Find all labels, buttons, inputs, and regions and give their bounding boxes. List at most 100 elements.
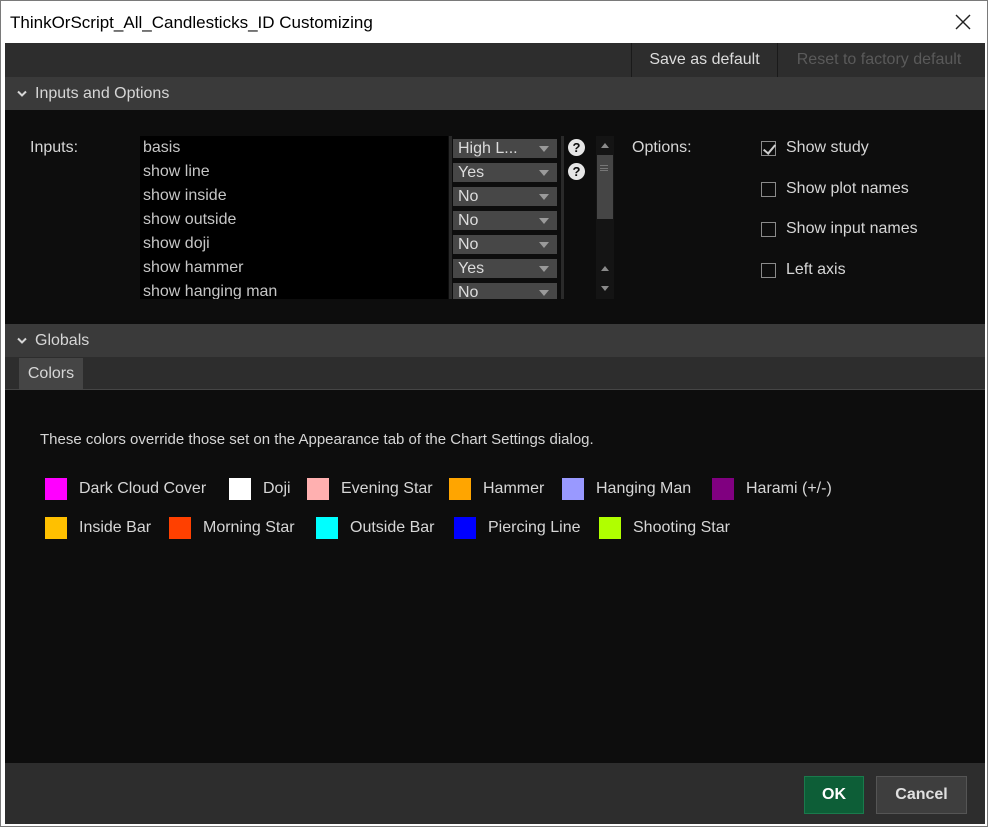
- color-item-shooting-star[interactable]: Shooting Star: [599, 516, 730, 540]
- inputs-and-options-header[interactable]: Inputs and Options: [5, 77, 985, 110]
- section-title: Globals: [35, 331, 90, 349]
- color-item-piercing-line[interactable]: Piercing Line: [454, 516, 581, 540]
- window-title: ThinkOrScript_All_Candlesticks_ID Custom…: [10, 13, 373, 32]
- input-value-select[interactable]: No: [453, 235, 557, 254]
- input-value-select[interactable]: Yes: [453, 259, 557, 278]
- color-label: Harami (+/-): [746, 480, 832, 497]
- dropdown-arrow-icon: [539, 194, 549, 200]
- option-show-plot-names[interactable]: Show plot names: [761, 179, 909, 199]
- input-value-select[interactable]: No: [453, 187, 557, 206]
- grip-icon: [600, 165, 608, 171]
- select-value: Yes: [458, 260, 485, 277]
- option-label: Show input names: [786, 220, 918, 237]
- color-swatch[interactable]: [454, 517, 476, 539]
- inputs-label: Inputs:: [30, 139, 79, 156]
- color-swatch[interactable]: [599, 517, 621, 539]
- input-name: show inside: [140, 184, 448, 208]
- select-value: No: [458, 284, 479, 299]
- input-name: show hammer: [140, 256, 448, 280]
- input-name: show line: [140, 160, 448, 184]
- input-name: show outside: [140, 208, 448, 232]
- section-title: Inputs and Options: [35, 84, 170, 102]
- ok-button[interactable]: OK: [804, 776, 864, 814]
- color-item-hanging-man[interactable]: Hanging Man: [562, 477, 691, 501]
- input-row-show-hammer: show hammer Yes: [140, 256, 564, 280]
- color-swatch[interactable]: [229, 478, 251, 500]
- input-row-show-outside: show outside No: [140, 208, 564, 232]
- color-swatch[interactable]: [316, 517, 338, 539]
- color-swatch[interactable]: [169, 517, 191, 539]
- checkbox-checked[interactable]: [761, 140, 776, 156]
- color-swatch[interactable]: [307, 478, 329, 500]
- scroll-up-icon[interactable]: [601, 143, 609, 148]
- select-value: No: [458, 188, 479, 205]
- option-left-axis[interactable]: Left axis: [761, 260, 846, 280]
- option-show-study[interactable]: Show study: [761, 138, 869, 158]
- tab-colors[interactable]: Colors: [19, 358, 83, 390]
- chevron-down-icon: [17, 337, 27, 345]
- dialog-footer: OK Cancel: [5, 763, 985, 824]
- color-label: Inside Bar: [79, 519, 152, 536]
- option-label: Show plot names: [786, 180, 909, 197]
- cancel-button[interactable]: Cancel: [876, 776, 967, 814]
- save-as-default-button[interactable]: Save as default: [631, 43, 778, 77]
- checkbox[interactable]: [761, 262, 776, 278]
- input-value-select[interactable]: Yes: [453, 163, 557, 182]
- color-item-evening-star[interactable]: Evening Star: [307, 477, 433, 501]
- dropdown-arrow-icon: [539, 218, 549, 224]
- customizing-dialog: ThinkOrScript_All_Candlesticks_ID Custom…: [0, 0, 988, 827]
- title-bar: ThinkOrScript_All_Candlesticks_ID Custom…: [1, 1, 987, 43]
- colors-description: These colors override those set on the A…: [40, 431, 594, 448]
- input-row-show-doji: show doji No: [140, 232, 564, 256]
- toolbar: Save as default Reset to factory default: [5, 43, 985, 77]
- globals-header[interactable]: Globals: [5, 324, 985, 357]
- color-item-morning-star[interactable]: Morning Star: [169, 516, 295, 540]
- options-label: Options:: [632, 139, 692, 156]
- option-label: Left axis: [786, 261, 846, 278]
- input-row-show-hanging-man: show hanging man No: [140, 280, 564, 299]
- color-swatch[interactable]: [562, 478, 584, 500]
- close-icon: [955, 14, 970, 30]
- color-label: Outside Bar: [350, 519, 435, 536]
- color-item-hammer[interactable]: Hammer: [449, 477, 544, 501]
- color-label: Shooting Star: [633, 519, 730, 536]
- color-label: Piercing Line: [488, 519, 581, 536]
- input-name: show hanging man: [140, 280, 448, 299]
- color-label: Morning Star: [203, 519, 295, 536]
- color-label: Hanging Man: [596, 480, 692, 497]
- checkbox[interactable]: [761, 221, 776, 237]
- select-value: Yes: [458, 164, 485, 181]
- dropdown-arrow-icon: [539, 170, 549, 176]
- checkbox[interactable]: [761, 181, 776, 197]
- color-swatch[interactable]: [45, 517, 67, 539]
- close-button[interactable]: [938, 1, 987, 43]
- help-icon[interactable]: ?: [568, 139, 585, 156]
- chevron-down-icon: [17, 90, 27, 98]
- help-icon[interactable]: ?: [568, 163, 585, 180]
- select-value: No: [458, 212, 479, 229]
- color-swatch[interactable]: [449, 478, 471, 500]
- color-label: Evening Star: [341, 480, 433, 497]
- input-name: show doji: [140, 232, 448, 256]
- color-item-harami[interactable]: Harami (+/-): [712, 477, 832, 501]
- select-value: High L...: [458, 140, 518, 157]
- input-value-select[interactable]: No: [453, 283, 557, 299]
- color-label: Doji: [263, 480, 291, 497]
- inputs-scrollbar[interactable]: [596, 136, 614, 299]
- color-item-outside-bar[interactable]: Outside Bar: [316, 516, 434, 540]
- color-item-inside-bar[interactable]: Inside Bar: [45, 516, 151, 540]
- input-value-select[interactable]: No: [453, 211, 557, 230]
- option-show-input-names[interactable]: Show input names: [761, 219, 918, 239]
- color-swatch[interactable]: [45, 478, 67, 500]
- dropdown-arrow-icon: [539, 242, 549, 248]
- color-swatch[interactable]: [712, 478, 734, 500]
- option-label: Show study: [786, 139, 869, 156]
- input-value-select[interactable]: High L...: [453, 139, 557, 158]
- reset-to-factory-default-button[interactable]: Reset to factory default: [779, 43, 979, 77]
- color-item-doji[interactable]: Doji: [229, 477, 291, 501]
- scroll-up-icon[interactable]: [601, 266, 609, 271]
- scroll-down-icon[interactable]: [601, 286, 609, 291]
- globals-tabbar: Colors: [5, 357, 985, 390]
- color-item-dark-cloud-cover[interactable]: Dark Cloud Cover: [45, 477, 206, 501]
- dropdown-arrow-icon: [539, 146, 549, 152]
